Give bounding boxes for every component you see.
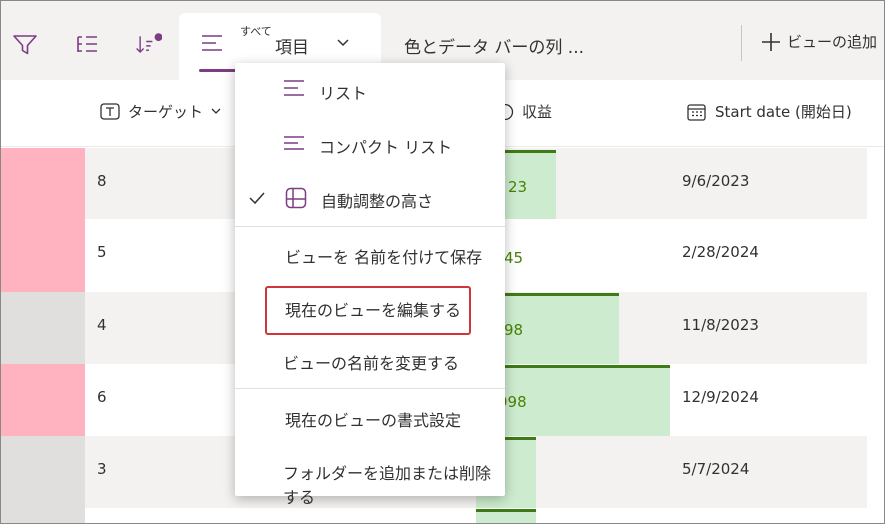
menu-item-save-view-as[interactable]: ビューを 名前を付けて保存	[235, 227, 505, 283]
list-icon	[284, 80, 304, 96]
cell-target: 3	[97, 460, 107, 478]
toolbar-divider	[741, 25, 742, 61]
column-header-start-date[interactable]: Start date (開始日)	[687, 101, 852, 122]
cell-start-date: 2/28/2024	[682, 243, 759, 261]
highlight-box	[265, 286, 471, 335]
app-frame: すべて 項目 色とデータ バーの列 ... ビューの追加 ターゲット 収益 St…	[0, 0, 885, 524]
column-header-target[interactable]: ターゲット	[100, 101, 221, 122]
table-row[interactable]	[1, 508, 884, 523]
cell-start-date: 11/8/2023	[682, 316, 759, 334]
plus-icon	[762, 32, 780, 51]
column-header-start-date-label: Start date (開始日)	[715, 103, 852, 121]
cell-revenue: 98	[504, 321, 524, 339]
view-options-menu: リスト コンパクト リスト 自動調整の高さ ビューを 名前を付けて保存 現在のビ…	[235, 63, 505, 507]
menu-item-save-view-as-label: ビューを 名前を付けて保存	[285, 248, 483, 267]
menu-item-autofit-height-label: 自動調整の高さ	[321, 192, 434, 211]
row-color-strip	[1, 292, 85, 364]
menu-item-rename-view-label: ビューの名前を変更する	[283, 354, 460, 373]
cell-target: 8	[97, 172, 107, 190]
text-field-icon	[100, 102, 120, 120]
sort-icon[interactable]	[134, 31, 162, 59]
menu-item-add-remove-folders-label: フォルダーを追加または削除する	[283, 464, 492, 507]
add-view-button[interactable]: ビューの追加	[761, 31, 877, 52]
checkmark-icon	[249, 192, 265, 205]
menu-item-format-current-view[interactable]: 現在のビューの書式設定	[235, 389, 505, 443]
row-color-strip	[1, 436, 85, 508]
menu-item-format-current-view-label: 現在のビューの書式設定	[285, 411, 462, 430]
cell-target: 5	[97, 243, 107, 261]
view-tab-small-label: すべて	[240, 25, 272, 38]
column-header-target-label: ターゲット	[128, 103, 204, 121]
revenue-data-bar	[476, 509, 536, 523]
autofit-height-icon	[285, 187, 307, 209]
row-color-strip	[1, 219, 85, 292]
menu-item-compact-list[interactable]: コンパクト リスト	[235, 117, 505, 171]
filter-icon[interactable]	[11, 31, 39, 59]
menu-item-list[interactable]: リスト	[235, 63, 505, 117]
menu-item-autofit-height[interactable]: 自動調整の高さ	[235, 171, 505, 225]
menu-item-compact-list-label: コンパクト リスト	[319, 138, 453, 157]
chevron-down-icon	[211, 108, 221, 114]
cell-start-date: 12/9/2024	[682, 388, 759, 406]
cell-start-date: 9/6/2023	[682, 172, 750, 190]
cell-target: 6	[97, 388, 107, 406]
row-color-strip	[1, 508, 85, 523]
group-by-icon[interactable]	[73, 31, 101, 59]
cell-target: 4	[97, 316, 107, 334]
column-header-revenue-label: 収益	[522, 103, 553, 121]
active-tab-indicator	[199, 69, 239, 72]
view-tab-label: 項目	[275, 38, 309, 58]
add-view-label: ビューの追加	[787, 33, 878, 51]
revenue-data-bar: 998	[476, 365, 670, 436]
row-color-strip	[1, 148, 85, 219]
cell-revenue: 45	[504, 249, 524, 267]
menu-item-list-label: リスト	[319, 84, 368, 103]
menu-item-add-remove-folders[interactable]: フォルダーを追加または削除する	[235, 443, 505, 507]
list-view-icon	[202, 35, 222, 51]
menu-item-rename-view[interactable]: ビューの名前を変更する	[235, 339, 505, 387]
compact-list-icon	[284, 136, 304, 150]
chevron-down-icon[interactable]	[337, 39, 349, 47]
row-color-strip	[1, 364, 85, 436]
cell-revenue: 23	[508, 178, 528, 196]
cell-start-date: 5/7/2024	[682, 460, 750, 478]
tab-color-databar-view[interactable]: 色とデータ バーの列 ...	[404, 33, 584, 58]
calendar-icon	[687, 103, 706, 121]
